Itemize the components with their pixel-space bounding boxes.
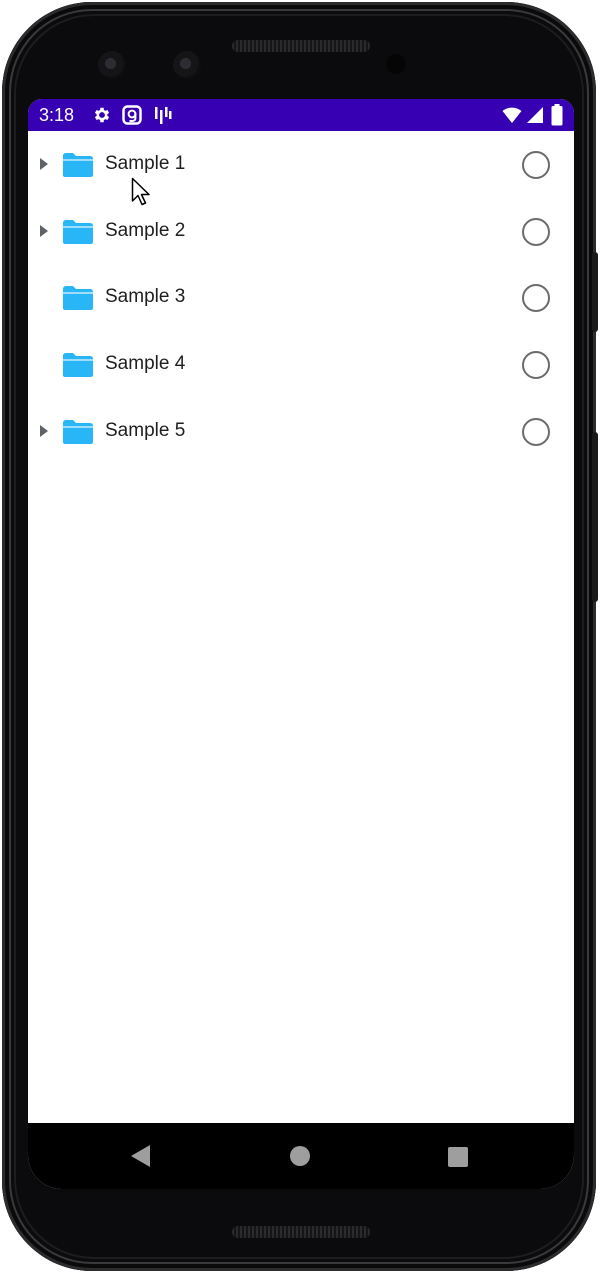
folder-icon — [63, 419, 93, 444]
wifi-icon — [502, 107, 522, 123]
phone-power-button — [592, 432, 598, 602]
radio-button[interactable] — [522, 417, 550, 446]
tree-item-sample-2[interactable]: Sample 2 — [28, 199, 574, 266]
signal-bars-icon — [155, 107, 172, 124]
tree-item-label: Sample 5 — [105, 419, 186, 441]
g-badge-icon — [122, 105, 142, 125]
status-bar: 3:18 — [28, 99, 574, 131]
radio-button[interactable] — [522, 284, 550, 313]
front-camera-left — [98, 51, 126, 79]
folder-icon — [63, 219, 93, 244]
status-time: 3:18 — [39, 105, 75, 125]
expand-arrow-icon[interactable] — [40, 424, 48, 437]
expand-arrow-icon[interactable] — [40, 158, 48, 170]
cellular-icon — [527, 107, 543, 123]
tree-item-label: Sample 2 — [105, 219, 186, 241]
tree-item-label: Sample 3 — [105, 286, 186, 308]
tree-item-sample-5[interactable]: Sample 5 — [28, 399, 574, 466]
tree-item-label: Sample 4 — [105, 353, 186, 375]
navigation-bar — [28, 1123, 574, 1189]
folder-icon — [63, 286, 93, 311]
radio-button[interactable] — [522, 217, 550, 246]
phone-frame: 3:18 Sample 1 Sample 2 Sample 3 Sample 4… — [2, 2, 598, 1271]
radio-button[interactable] — [522, 151, 550, 179]
device-screen: 3:18 Sample 1 Sample 2 Sample 3 Sample 4… — [28, 99, 574, 1189]
tree-item-label: Sample 1 — [105, 153, 186, 174]
home-icon[interactable] — [290, 1146, 310, 1166]
expand-arrow-icon[interactable] — [40, 224, 48, 237]
proximity-sensor — [386, 54, 406, 74]
tree-item-sample-3[interactable]: Sample 3 — [28, 265, 574, 332]
tree-view: Sample 1 Sample 2 Sample 3 Sample 4 Samp… — [28, 132, 574, 465]
back-icon[interactable] — [131, 1145, 150, 1167]
folder-icon — [63, 353, 93, 378]
folder-icon — [63, 153, 93, 177]
tree-item-sample-1[interactable]: Sample 1 — [28, 132, 574, 199]
radio-button[interactable] — [522, 351, 550, 380]
phone-volume-button — [592, 252, 598, 332]
mouse-cursor-icon — [131, 177, 150, 206]
tree-item-sample-4[interactable]: Sample 4 — [28, 332, 574, 399]
front-camera-right — [173, 51, 201, 79]
recents-icon[interactable] — [448, 1147, 468, 1167]
bottom-speaker — [232, 1226, 370, 1238]
battery-icon — [551, 104, 563, 126]
settings-gear-icon — [94, 107, 110, 123]
earpiece-speaker — [232, 40, 370, 52]
